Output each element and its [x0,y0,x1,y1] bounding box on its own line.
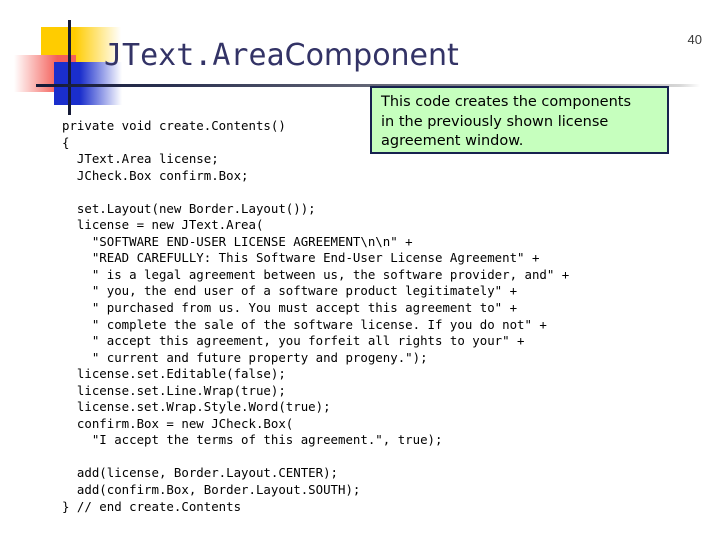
slide-title: JText.AreaComponent [104,33,459,79]
page-number: 40 [687,32,702,47]
code-line: set.Layout(new Border.Layout()); [62,200,316,216]
decor-red-square [14,55,76,92]
code-line: add(confirm.Box, Border.Layout.SOUTH); [62,482,361,498]
code-line: " current and future property and progen… [62,349,428,365]
decor-vertical-rule [68,20,71,115]
code-line: { [62,134,70,150]
code-listing: private void create.Contents() { JText.A… [62,118,702,515]
code-line: license.set.Editable(false); [62,366,286,382]
code-line: " you, the end user of a software produc… [62,283,518,299]
code-line: "SOFTWARE END-USER LICENSE AGREEMENT\n\n… [62,233,413,249]
code-line: " accept this agreement, you forfeit all… [62,333,525,349]
code-line: } // end create.Contents [62,498,242,514]
slide-title-sans-part: Component [284,38,459,73]
code-line: add(license, Border.Layout.CENTER); [62,465,339,481]
code-line: "I accept the terms of this agreement.",… [62,432,443,448]
code-line: JText.Area license; [62,151,219,167]
callout-line: This code creates the components [381,94,631,110]
slide-title-mono-part: JText.Area [104,38,285,73]
code-line: private void create.Contents() [62,118,286,133]
code-line: license.set.Wrap.Style.Word(true); [62,399,331,415]
code-line: confirm.Box = new JCheck.Box( [62,415,294,431]
code-line: JCheck.Box confirm.Box; [62,167,249,183]
code-line: license.set.Line.Wrap(true); [62,382,286,398]
code-line: license = new JText.Area( [62,217,264,233]
code-line: " complete the sale of the software lice… [62,316,547,332]
code-line: " is a legal agreement between us, the s… [62,266,570,282]
code-line: " purchased from us. You must accept thi… [62,300,518,316]
slide-canvas: JText.AreaComponent 40 This code creates… [0,0,720,540]
code-line: "READ CAREFULLY: This Software End-User … [62,250,540,266]
